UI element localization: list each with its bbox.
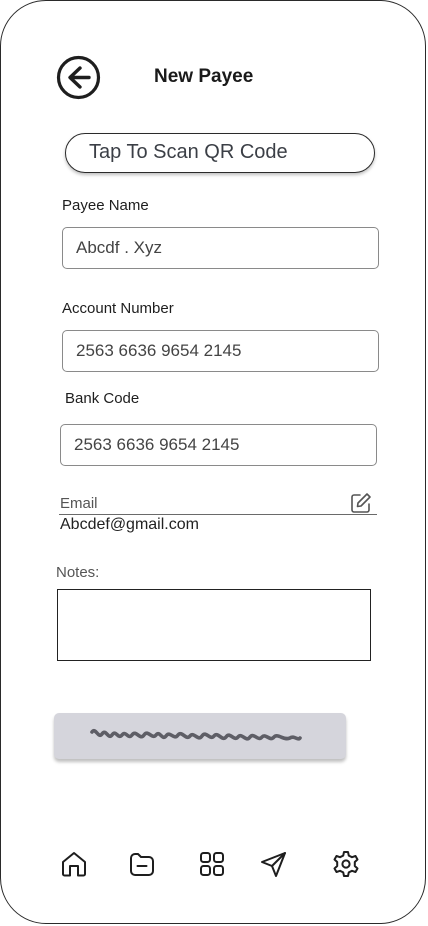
bank-code-label: Bank Code [65, 390, 140, 407]
send-icon [261, 852, 286, 877]
notes-label: Notes: [56, 564, 100, 581]
nav-settings[interactable] [331, 849, 361, 879]
scan-qr-button[interactable]: Tap To Scan QR Code [65, 133, 375, 173]
account-number-label: Account Number [62, 300, 174, 317]
grid-icon [200, 852, 224, 876]
page-title: New Payee [154, 66, 254, 87]
edit-icon[interactable] [350, 492, 372, 514]
nav-apps[interactable] [197, 849, 227, 879]
settings-icon [333, 851, 359, 877]
email-label: Email [60, 495, 98, 512]
home-icon [62, 852, 86, 877]
nav-send[interactable] [259, 849, 289, 879]
email-underline [59, 514, 377, 515]
payee-name-field[interactable]: Abcdf . Xyz [62, 227, 379, 269]
email-value[interactable]: Abcdef@gmail.com [60, 516, 199, 534]
payee-name-label: Payee Name [62, 197, 149, 214]
bank-code-field[interactable]: 2563 6636 9654 2145 [60, 424, 377, 466]
back-button[interactable] [56, 55, 101, 100]
arrow-left-circle-icon [56, 55, 101, 100]
scribble-placeholder-icon [90, 729, 302, 741]
folder-minus-icon [130, 853, 154, 876]
nav-home[interactable] [59, 849, 89, 879]
submit-button[interactable] [54, 713, 346, 759]
notes-textarea[interactable] [57, 589, 371, 661]
nav-folder[interactable] [127, 849, 157, 879]
account-number-field[interactable]: 2563 6636 9654 2145 [62, 330, 379, 372]
